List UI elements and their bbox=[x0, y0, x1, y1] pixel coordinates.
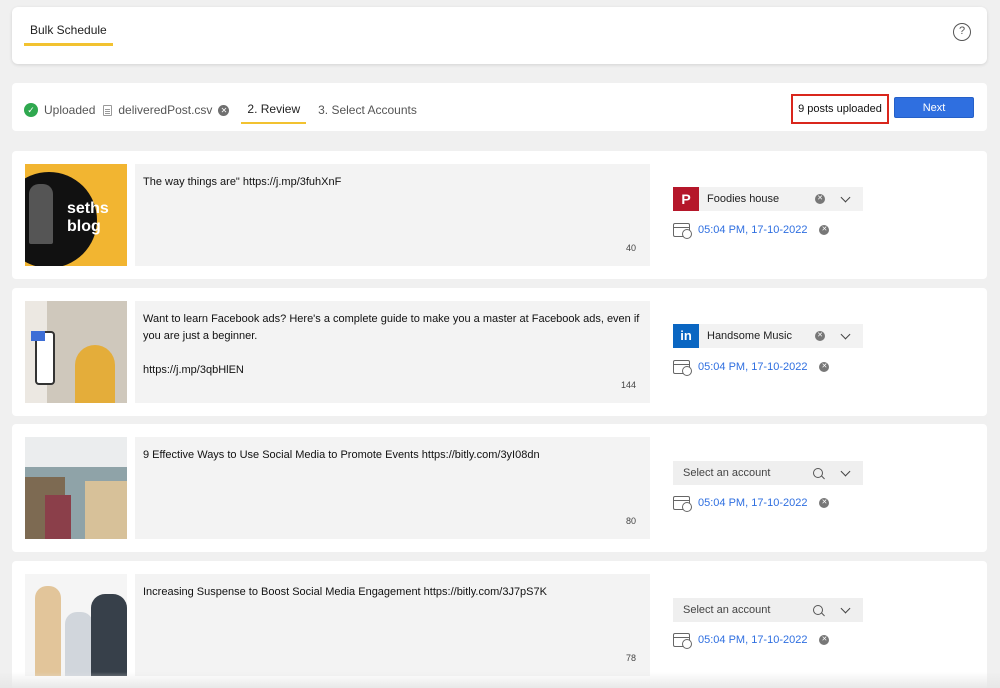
next-button[interactable]: Next bbox=[894, 97, 974, 118]
tab-bulk-schedule[interactable]: Bulk Schedule bbox=[24, 23, 113, 46]
post-text[interactable]: The way things are" https://j.mp/3fuhXnF bbox=[143, 174, 642, 191]
step-select-accounts[interactable]: 3. Select Accounts bbox=[318, 103, 417, 117]
search-icon[interactable] bbox=[813, 605, 823, 615]
post-text-editor[interactable]: Increasing Suspense to Boost Social Medi… bbox=[135, 574, 650, 676]
schedule-time-text[interactable]: 05:04 PM, 17-10-2022 bbox=[698, 497, 807, 509]
schedule-time[interactable]: 05:04 PM, 17-10-2022 ✕ bbox=[673, 496, 830, 512]
header-card: Bulk Schedule ? bbox=[12, 7, 987, 64]
post-text[interactable]: Increasing Suspense to Boost Social Medi… bbox=[143, 584, 642, 601]
account-selector[interactable]: in Handsome Music ✕ bbox=[673, 324, 863, 348]
clear-schedule-icon[interactable]: ✕ bbox=[819, 498, 830, 508]
character-count: 78 bbox=[625, 653, 636, 663]
account-select-dropdown[interactable]: Select an account bbox=[673, 461, 863, 485]
account-select-dropdown[interactable]: Select an account bbox=[673, 598, 863, 622]
schedule-time[interactable]: 05:04 PM, 17-10-2022 ✕ bbox=[673, 223, 830, 239]
post-thumbnail bbox=[25, 574, 127, 676]
uploaded-file-name: deliveredPost.csv bbox=[118, 103, 213, 117]
check-icon: ✓ bbox=[24, 103, 38, 117]
account-select-placeholder[interactable]: Select an account bbox=[683, 467, 813, 479]
post-thumbnail: seths blog bbox=[25, 164, 127, 266]
schedule-time[interactable]: 05:04 PM, 17-10-2022 ✕ bbox=[673, 633, 830, 649]
step-uploaded-label: Uploaded bbox=[44, 103, 96, 117]
account-selector[interactable]: P Foodies house ✕ bbox=[673, 187, 863, 211]
post-text-editor[interactable]: The way things are" https://j.mp/3fuhXnF… bbox=[135, 164, 650, 266]
post-card: 9 Effective Ways to Use Social Media to … bbox=[12, 424, 987, 552]
file-icon bbox=[103, 104, 113, 116]
step-review[interactable]: 2. Review bbox=[241, 102, 307, 124]
post-card: seths blog The way things are" https://j… bbox=[12, 151, 987, 279]
help-icon[interactable]: ? bbox=[953, 23, 971, 41]
schedule-time[interactable]: 05:04 PM, 17-10-2022 ✕ bbox=[673, 360, 830, 376]
linkedin-icon: in bbox=[673, 324, 699, 348]
post-text[interactable]: 9 Effective Ways to Use Social Media to … bbox=[143, 447, 642, 464]
schedule-time-text[interactable]: 05:04 PM, 17-10-2022 bbox=[698, 634, 807, 646]
chevron-down-icon[interactable] bbox=[841, 605, 851, 615]
character-count: 80 bbox=[625, 516, 636, 526]
account-name: Handsome Music bbox=[707, 330, 792, 342]
calendar-clock-icon bbox=[673, 496, 692, 512]
search-icon[interactable] bbox=[813, 468, 823, 478]
remove-account-icon[interactable]: ✕ bbox=[815, 194, 825, 204]
chevron-down-icon[interactable] bbox=[841, 468, 851, 478]
account-name: Foodies house bbox=[707, 193, 780, 205]
post-thumbnail bbox=[25, 437, 127, 539]
thumbnail-logo-text: seths blog bbox=[67, 200, 109, 235]
schedule-time-text[interactable]: 05:04 PM, 17-10-2022 bbox=[698, 361, 807, 373]
post-text-editor[interactable]: Want to learn Facebook ads? Here's a com… bbox=[135, 301, 650, 403]
post-thumbnail bbox=[25, 301, 127, 403]
calendar-clock-icon bbox=[673, 360, 692, 376]
posts-uploaded-count: 9 posts uploaded bbox=[791, 94, 889, 124]
post-card: Want to learn Facebook ads? Here's a com… bbox=[12, 288, 987, 416]
clear-schedule-icon[interactable]: ✕ bbox=[819, 635, 830, 645]
character-count: 144 bbox=[620, 380, 636, 390]
scroll-fade bbox=[0, 672, 1000, 688]
post-text-editor[interactable]: 9 Effective Ways to Use Social Media to … bbox=[135, 437, 650, 539]
character-count: 40 bbox=[625, 243, 636, 253]
chevron-down-icon[interactable] bbox=[841, 194, 851, 204]
calendar-clock-icon bbox=[673, 223, 692, 239]
pinterest-icon: P bbox=[673, 187, 699, 211]
post-card: Increasing Suspense to Boost Social Medi… bbox=[12, 561, 987, 688]
chevron-down-icon[interactable] bbox=[841, 331, 851, 341]
remove-file-icon[interactable]: ✕ bbox=[218, 104, 230, 116]
post-text[interactable]: Want to learn Facebook ads? Here's a com… bbox=[143, 311, 642, 379]
calendar-clock-icon bbox=[673, 633, 692, 649]
remove-account-icon[interactable]: ✕ bbox=[815, 331, 825, 341]
clear-schedule-icon[interactable]: ✕ bbox=[819, 362, 830, 372]
schedule-time-text[interactable]: 05:04 PM, 17-10-2022 bbox=[698, 224, 807, 236]
account-select-placeholder[interactable]: Select an account bbox=[683, 604, 813, 616]
clear-schedule-icon[interactable]: ✕ bbox=[819, 225, 830, 235]
